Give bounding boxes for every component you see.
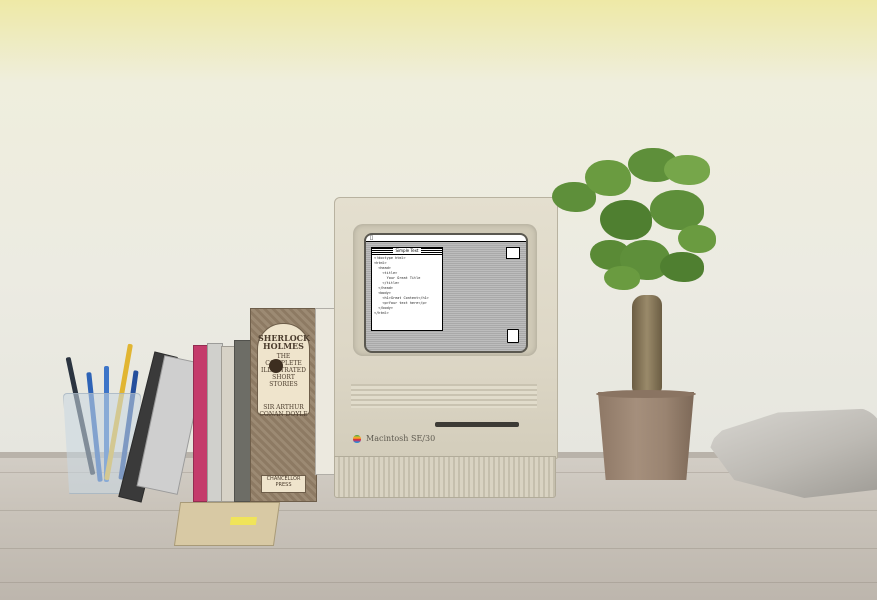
wood-grain <box>0 548 877 549</box>
leaf <box>585 160 631 196</box>
leaf <box>650 190 704 230</box>
leaf <box>600 200 652 240</box>
vent-grille <box>351 384 537 408</box>
leaf <box>604 266 640 290</box>
book-subtitle: THE COMPLETE ILLUSTRATED SHORT STORIES <box>261 353 306 388</box>
crt-screen:  Simple Text <!doctype html> <html> <he… <box>364 233 528 353</box>
computer-label: Macintosh SE/30 <box>353 434 435 443</box>
model-name: Macintosh SE/30 <box>366 434 436 443</box>
apple-logo-icon <box>353 435 361 443</box>
small-notebook <box>173 502 281 546</box>
book-spine-label: SHERLOCK HOLMES THE COMPLETE ILLUSTRATED… <box>257 323 310 418</box>
leaf <box>660 252 704 282</box>
floppy-slot <box>435 422 519 427</box>
text-editor-window: Simple Text <!doctype html> <html> <head… <box>371 247 443 331</box>
trash-icon <box>507 329 519 343</box>
window-title: Simple Text <box>393 248 421 253</box>
plant-trunk <box>632 295 662 395</box>
pot-rim <box>596 390 696 398</box>
plant-pot <box>598 392 694 480</box>
book-publisher: CHANCELLOR PRESS <box>261 475 306 493</box>
white-book <box>315 308 335 475</box>
leaf <box>678 225 716 253</box>
screen-bezel:  Simple Text <!doctype html> <html> <he… <box>353 224 537 356</box>
holmes-silhouette-icon <box>269 359 283 373</box>
wood-grain <box>0 510 877 511</box>
menu-bar:  <box>366 235 526 242</box>
sherlock-holmes-book: SHERLOCK HOLMES THE COMPLETE ILLUSTRATED… <box>250 308 317 502</box>
hard-disk-icon <box>506 247 520 259</box>
macintosh-computer:  Simple Text <!doctype html> <html> <he… <box>334 197 558 459</box>
window-title-bar: Simple Text <box>372 248 442 255</box>
computer-base-vents <box>334 456 556 498</box>
wood-grain <box>0 582 877 583</box>
html-code-text: <!doctype html> <html> <head> <title> Yo… <box>374 256 429 315</box>
leaf <box>664 155 710 185</box>
sticky-tag <box>229 517 257 525</box>
book-title: SHERLOCK HOLMES <box>258 333 310 351</box>
book-author: SIR ARTHUR CONAN DOYLE <box>259 404 308 418</box>
